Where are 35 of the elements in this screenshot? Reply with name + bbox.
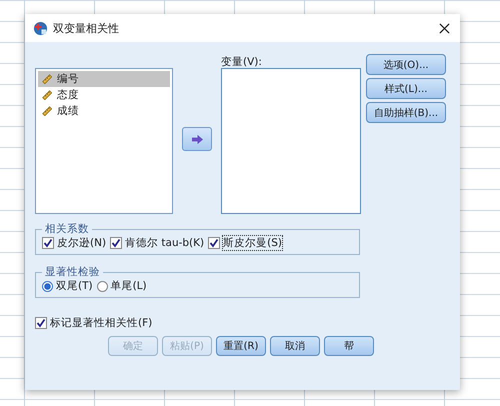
radio-button[interactable] xyxy=(42,280,53,292)
ruler-icon xyxy=(41,73,53,85)
group-title: 显著性检验 xyxy=(44,265,101,279)
move-button[interactable] xyxy=(182,127,212,151)
ruler-icon xyxy=(41,89,53,101)
window-title: 双变量相关性 xyxy=(53,20,120,36)
checkbox-option[interactable]: 标记显著性相关性(F) xyxy=(35,316,450,330)
close-icon xyxy=(439,22,450,34)
group-title: 相关系数 xyxy=(44,222,90,236)
checkbox[interactable] xyxy=(35,317,47,329)
checkbox-option[interactable]: 斯皮尔曼(S) xyxy=(208,236,282,250)
radio-button[interactable] xyxy=(96,280,108,292)
dialog-button[interactable]: 选项(O)... xyxy=(366,54,446,75)
radio-option[interactable]: 双尾(T) xyxy=(42,279,93,293)
close-button[interactable] xyxy=(437,20,452,36)
variable-list[interactable]: 编号 态度 成绩 xyxy=(35,68,173,214)
dialog-button[interactable]: 帮 xyxy=(324,336,374,356)
checkbox-option[interactable]: 肯德尔 tau-b(K) xyxy=(110,236,204,250)
dialog-button[interactable]: 自助抽样(B)... xyxy=(366,102,446,123)
arrow-icon xyxy=(190,134,204,144)
checkbox[interactable] xyxy=(42,237,54,249)
variables-list[interactable] xyxy=(221,68,361,214)
ruler-icon xyxy=(41,105,53,117)
checkbox[interactable] xyxy=(110,237,122,249)
checkbox-option[interactable]: 皮尔逊(N) xyxy=(42,236,106,250)
dialog-button[interactable]: 取消 xyxy=(270,336,320,356)
checkbox[interactable] xyxy=(208,237,220,249)
app-icon xyxy=(33,20,48,36)
dialog-button[interactable]: 样式(L)... xyxy=(366,78,446,99)
variables-label: 变量(V): xyxy=(221,56,263,68)
variable-item[interactable]: 成绩 xyxy=(38,103,170,119)
radio-option[interactable]: 单尾(L) xyxy=(96,279,147,293)
variable-item[interactable]: 态度 xyxy=(38,87,170,103)
dialog-button[interactable]: 重置(R) xyxy=(216,336,266,356)
variable-item[interactable]: 编号 xyxy=(38,71,170,87)
